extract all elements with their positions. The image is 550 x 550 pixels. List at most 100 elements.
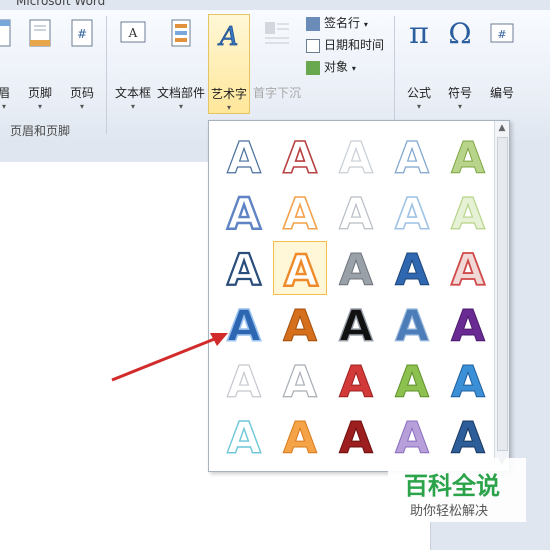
- wordart-letter-icon: A: [394, 245, 429, 297]
- wordart-style-purple-fill[interactable]: A: [441, 297, 495, 353]
- wordart-style-red-outline[interactable]: A: [273, 129, 327, 185]
- wordart-letter: A: [395, 301, 429, 351]
- wordart-button[interactable]: A 艺术字 ▾: [208, 14, 250, 114]
- scroll-thumb[interactable]: [497, 137, 508, 451]
- wordart-style-light-blue-outline[interactable]: A: [385, 129, 439, 184]
- wordart-style-orange-fill[interactable]: A: [273, 297, 327, 353]
- wordart-style-orange-soft[interactable]: A: [273, 409, 327, 465]
- watermark-title: 百科全说: [404, 472, 500, 500]
- wordart-style-dark-red[interactable]: A: [329, 409, 383, 465]
- textbox-label: 文本框: [114, 86, 151, 100]
- wordart-style-orange-outline[interactable]: A: [273, 185, 327, 241]
- chevron-down-icon: ▾: [178, 102, 183, 111]
- wordart-letter-icon: A: [338, 132, 373, 184]
- window-title: Microsoft Word: [16, 0, 106, 8]
- svg-text:A: A: [128, 26, 138, 40]
- wordart-style-green-fill[interactable]: A: [385, 353, 439, 409]
- wordart-style-light-green[interactable]: A: [441, 185, 495, 240]
- chevron-down-icon: ▾: [226, 103, 231, 112]
- wordart-style-red-fill[interactable]: A: [329, 353, 383, 409]
- wordart-letter: A: [227, 357, 261, 407]
- wordart-style-blue-fill[interactable]: A: [217, 297, 271, 353]
- equation-button[interactable]: π 公式 ▾: [400, 14, 438, 114]
- number-button[interactable]: # 编号: [482, 14, 522, 114]
- footer-icon: [29, 19, 51, 47]
- wordart-style-cyan-outline[interactable]: A: [217, 409, 271, 464]
- quick-parts-button[interactable]: 文档部件 ▾: [156, 14, 206, 114]
- wordart-style-blue-glow[interactable]: A: [217, 185, 271, 241]
- textbox-button[interactable]: A 文本框 ▾: [112, 14, 154, 114]
- wordart-letter: A: [227, 189, 261, 239]
- wordart-letter-icon: A: [282, 356, 317, 408]
- wordart-style-navy-reflect[interactable]: A: [441, 409, 495, 465]
- wordart-style-outline-blue[interactable]: A: [217, 129, 271, 184]
- wordart-letter-icon: A: [282, 188, 318, 241]
- wordart-letter: A: [227, 413, 261, 463]
- drop-cap-icon: [265, 22, 289, 44]
- pi-icon: π: [409, 16, 429, 51]
- footer-button[interactable]: 页脚 ▾: [22, 14, 58, 114]
- object-icon: [306, 60, 320, 75]
- wordart-letter: A: [451, 301, 485, 351]
- chevron-down-icon: ▾: [363, 20, 368, 29]
- signature-line-button[interactable]: 签名行 ▾: [306, 14, 368, 34]
- wordart-letter: A: [284, 246, 318, 296]
- wordart-style-gray-outline[interactable]: A: [329, 185, 383, 240]
- wordart-letter-icon: A: [226, 188, 262, 241]
- wordart-style-purple-soft[interactable]: A: [385, 409, 439, 465]
- wordart-letter-icon: A: [450, 244, 486, 297]
- date-time-button[interactable]: 日期和时间: [306, 36, 384, 56]
- wordart-letter-icon: A: [282, 413, 317, 465]
- equation-label: 公式: [406, 86, 431, 100]
- wordart-style-dark-blue[interactable]: A: [217, 241, 271, 297]
- wordart-letter-icon: A: [226, 132, 261, 184]
- wordart-style-green-gradient[interactable]: A: [441, 129, 495, 185]
- wordart-letter: A: [451, 189, 485, 239]
- wordart-letter-icon: A: [226, 244, 262, 297]
- wordart-letter: A: [227, 301, 261, 351]
- wordart-style-orange-selected[interactable]: A: [273, 241, 327, 298]
- chevron-down-icon: ▾: [79, 102, 84, 111]
- chevron-down-icon: ▾: [37, 102, 42, 111]
- wordart-letter: A: [339, 301, 373, 351]
- chevron-down-icon: ▾: [416, 102, 421, 111]
- wordart-letter-icon: A: [394, 413, 429, 465]
- wordart-letter-icon: A: [226, 356, 261, 408]
- wordart-style-blue-reflect[interactable]: A: [441, 353, 495, 409]
- number-icon: #: [490, 23, 514, 43]
- watermark: 百科全说 助你轻松解决: [388, 458, 526, 522]
- drop-cap-button[interactable]: 首字下沉: [252, 14, 302, 114]
- symbol-button[interactable]: Ω 符号 ▾: [440, 14, 480, 114]
- wordart-letter-icon: A: [338, 357, 373, 409]
- wordart-letter-icon: A: [450, 133, 485, 185]
- symbol-label: 符号: [447, 86, 472, 100]
- wordart-style-red-stripe[interactable]: A: [441, 241, 495, 297]
- wordart-letter: A: [339, 189, 373, 239]
- gallery-scrollbar[interactable]: ▲ ▼: [494, 121, 509, 469]
- title-bar: Microsoft Word: [0, 0, 550, 10]
- object-button[interactable]: 对象 ▾: [306, 58, 356, 78]
- wordart-letter-icon: A: [226, 412, 261, 464]
- wordart-letter: A: [227, 133, 261, 183]
- chevron-down-icon: ▾: [130, 102, 135, 111]
- wordart-letter: A: [395, 133, 429, 183]
- group-divider: [106, 16, 107, 134]
- signature-label: 签名行: [324, 16, 361, 30]
- wordart-style-white-shadow[interactable]: A: [217, 353, 271, 408]
- header-button[interactable]: 眉 ▾: [0, 14, 14, 114]
- wordart-style-black-fill[interactable]: A: [329, 297, 383, 352]
- scroll-up-icon[interactable]: ▲: [495, 121, 509, 135]
- page-number-button[interactable]: # 页码 ▾: [64, 14, 100, 114]
- wordart-style-blue-gradient[interactable]: A: [385, 297, 439, 352]
- wordart-style-blue-bevel[interactable]: A: [385, 241, 439, 297]
- wordart-letter: A: [339, 245, 373, 295]
- wordart-style-gray-shadow[interactable]: A: [273, 353, 327, 408]
- wordart-style-silver[interactable]: A: [329, 241, 383, 297]
- wordart-style-sky-outline[interactable]: A: [385, 185, 439, 241]
- wordart-letter: A: [339, 357, 373, 407]
- wordart-style-light-gray[interactable]: A: [329, 129, 383, 184]
- wordart-letter: A: [339, 413, 373, 463]
- wordart-label: 艺术字: [210, 87, 247, 101]
- page-number-icon: #: [71, 19, 93, 47]
- chevron-down-icon: ▾: [457, 102, 462, 111]
